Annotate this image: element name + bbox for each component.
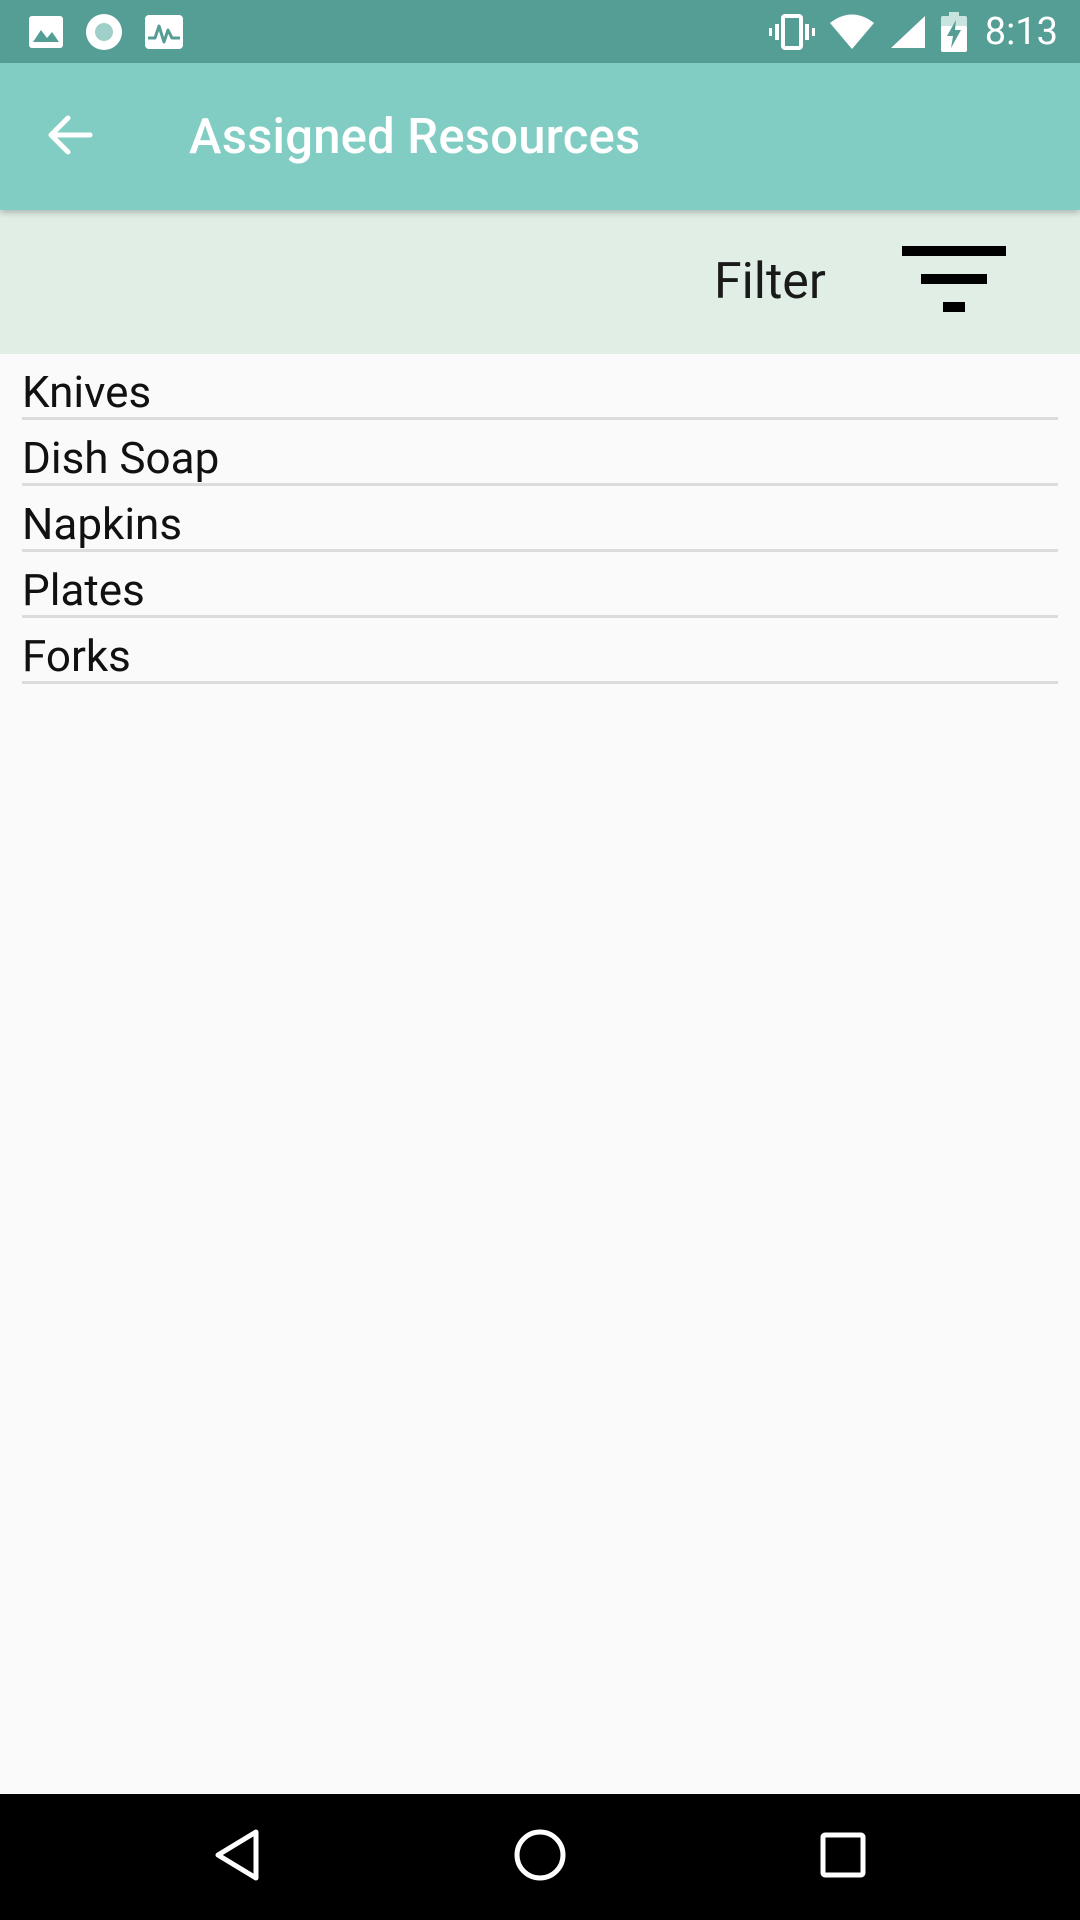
pulse-icon (144, 14, 184, 50)
nav-home-button[interactable] (500, 1817, 580, 1897)
filter-icon-line-bottom (943, 302, 965, 312)
navigation-bar (0, 1794, 1080, 1920)
nav-back-button[interactable] (197, 1817, 277, 1897)
list-item-label: Forks (22, 630, 131, 682)
resource-list: Knives Dish Soap Napkins Plates Forks (0, 354, 1080, 684)
list-item-label: Knives (22, 366, 152, 418)
list-item[interactable]: Dish Soap (22, 420, 1058, 486)
list-item[interactable]: Napkins (22, 486, 1058, 552)
app-bar: Assigned Resources (0, 63, 1080, 210)
nav-home-icon (513, 1828, 567, 1886)
battery-charging-icon (940, 11, 967, 52)
list-item[interactable]: Knives (22, 354, 1058, 420)
list-item-label: Dish Soap (22, 432, 220, 484)
cell-signal-icon (889, 14, 927, 50)
list-item[interactable]: Forks (22, 618, 1058, 684)
wifi-icon (829, 14, 875, 50)
nav-recents-icon (819, 1831, 867, 1883)
notification-icons (28, 0, 184, 63)
filter-label: Filter (714, 253, 826, 311)
record-icon (84, 12, 124, 52)
back-button[interactable] (30, 97, 110, 177)
filter-icon-line-top (902, 246, 1006, 256)
list-item[interactable]: Plates (22, 552, 1058, 618)
nav-back-icon (212, 1828, 262, 1886)
filter-icon-line-middle (921, 274, 987, 284)
nav-recents-button[interactable] (803, 1817, 883, 1897)
system-icons: 8:13 (768, 0, 1058, 63)
vibrate-icon (768, 13, 815, 50)
status-time: 8:13 (984, 9, 1058, 54)
list-item-label: Plates (22, 564, 145, 616)
arrow-left-icon (46, 113, 94, 161)
page-title: Assigned Resources (189, 108, 641, 165)
image-icon (28, 15, 64, 49)
list-item-label: Napkins (22, 498, 183, 550)
filter-icon[interactable] (896, 238, 1011, 322)
status-bar: 8:13 (0, 0, 1080, 63)
